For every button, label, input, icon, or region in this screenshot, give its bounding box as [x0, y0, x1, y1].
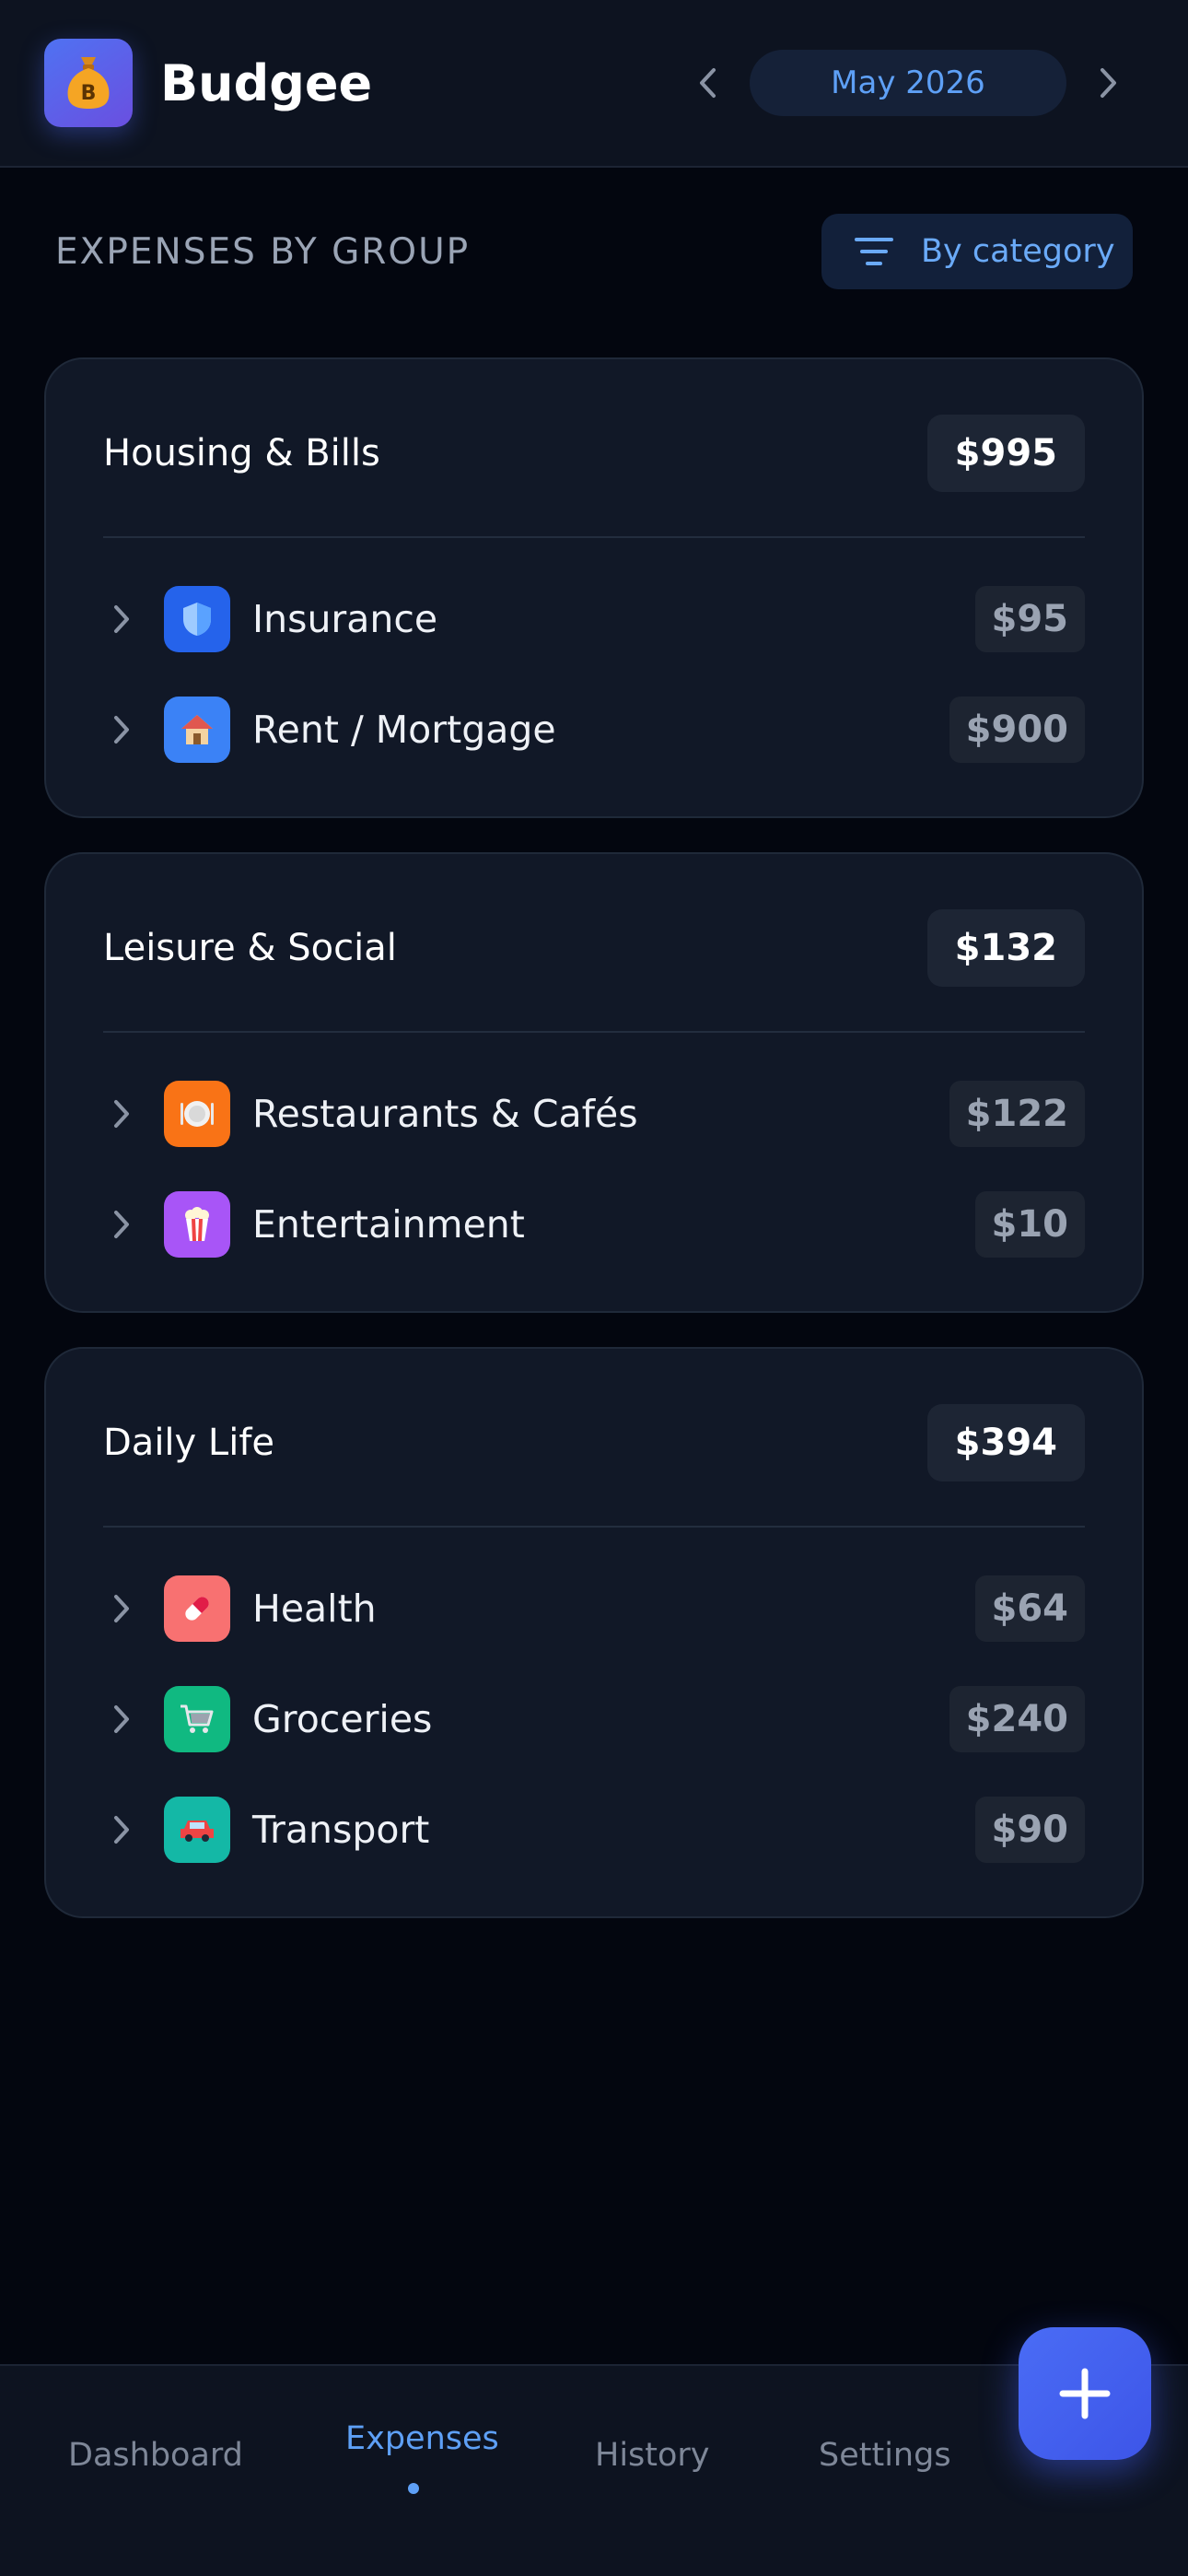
- category-amount: $10: [974, 1191, 1085, 1258]
- expand-chevron-icon[interactable]: [103, 709, 140, 750]
- top-header: B Budgee May 2026: [0, 0, 1188, 168]
- previous-month-button[interactable]: [680, 53, 735, 112]
- category-name: Transport: [252, 1808, 430, 1852]
- group-total: $394: [926, 1404, 1085, 1481]
- chevron-left-icon: [700, 68, 716, 98]
- section-title: EXPENSES BY GROUP: [55, 231, 471, 273]
- add-expense-button[interactable]: [1019, 2327, 1151, 2460]
- group-card-leisure-social: Leisure & Social $132 Restaurants & Café…: [44, 852, 1144, 1313]
- group-card-housing-bills: Housing & Bills $995 Insurance $95 Rent …: [44, 357, 1144, 818]
- expand-chevron-icon[interactable]: [103, 599, 140, 639]
- category-name: Rent / Mortgage: [252, 708, 556, 752]
- money-bag-icon: B: [61, 52, 116, 114]
- group-card-daily-life: Daily Life $394 Health $64 Groceries $24…: [44, 1347, 1144, 1918]
- filter-lines-icon: [855, 238, 893, 265]
- expand-chevron-icon[interactable]: [103, 1204, 140, 1245]
- category-row-groceries[interactable]: Groceries $240: [103, 1686, 1085, 1752]
- divider: [103, 1031, 1085, 1033]
- active-tab-indicator: [408, 2483, 419, 2494]
- category-row-restaurants-cafes[interactable]: Restaurants & Cafés $122: [103, 1081, 1085, 1147]
- group-header: Daily Life $394: [103, 1404, 1085, 1481]
- current-month-label: May 2026: [831, 64, 985, 101]
- category-amount: $64: [974, 1575, 1085, 1642]
- category-row-transport[interactable]: Transport $90: [103, 1797, 1085, 1863]
- category-row-insurance[interactable]: Insurance $95: [103, 586, 1085, 652]
- category-name: Health: [252, 1587, 377, 1631]
- svg-text:B: B: [81, 82, 97, 105]
- group-total: $132: [926, 909, 1085, 987]
- nav-tab-dashboard[interactable]: Dashboard: [68, 2433, 243, 2477]
- nav-tab-history[interactable]: History: [595, 2433, 710, 2477]
- pill-icon: [164, 1575, 230, 1642]
- divider: [103, 536, 1085, 538]
- group-name: Daily Life: [103, 1422, 275, 1464]
- category-amount: $240: [949, 1686, 1085, 1752]
- category-name: Insurance: [252, 597, 438, 641]
- group-total: $995: [926, 415, 1085, 492]
- category-amount: $90: [974, 1797, 1085, 1863]
- category-row-health[interactable]: Health $64: [103, 1575, 1085, 1642]
- app-root: B Budgee May 2026 EXPENSES BY GROUP By c…: [0, 0, 1188, 2576]
- chevron-right-icon: [1101, 68, 1116, 98]
- group-name: Housing & Bills: [103, 432, 380, 474]
- group-header: Housing & Bills $995: [103, 415, 1085, 492]
- app-logo: B: [44, 39, 133, 127]
- shield-icon: [164, 586, 230, 652]
- category-name: Entertainment: [252, 1202, 525, 1247]
- nav-tab-settings[interactable]: Settings: [819, 2433, 951, 2477]
- popcorn-icon: [164, 1191, 230, 1258]
- nav-tab-expenses[interactable]: Expenses: [345, 2417, 499, 2461]
- house-icon: [164, 697, 230, 763]
- app-title: Budgee: [160, 54, 373, 112]
- month-selector[interactable]: May 2026: [750, 50, 1066, 116]
- category-amount: $122: [949, 1081, 1085, 1147]
- group-name: Leisure & Social: [103, 927, 397, 969]
- category-name: Restaurants & Cafés: [252, 1092, 638, 1136]
- category-row-entertainment[interactable]: Entertainment $10: [103, 1191, 1085, 1258]
- car-icon: [164, 1797, 230, 1863]
- expand-chevron-icon[interactable]: [103, 1699, 140, 1739]
- category-name: Groceries: [252, 1697, 433, 1741]
- category-row-rent-mortgage[interactable]: Rent / Mortgage $900: [103, 697, 1085, 763]
- category-amount: $900: [949, 697, 1085, 763]
- plate-icon: [164, 1081, 230, 1147]
- plus-icon: [1059, 2368, 1111, 2419]
- view-toggle-button[interactable]: By category: [821, 214, 1133, 289]
- view-toggle-label: By category: [921, 233, 1115, 270]
- expand-chevron-icon[interactable]: [103, 1809, 140, 1850]
- category-amount: $95: [974, 586, 1085, 652]
- divider: [103, 1526, 1085, 1528]
- next-month-button[interactable]: [1081, 53, 1136, 112]
- cart-icon: [164, 1686, 230, 1752]
- expand-chevron-icon[interactable]: [103, 1094, 140, 1134]
- group-header: Leisure & Social $132: [103, 909, 1085, 987]
- expand-chevron-icon[interactable]: [103, 1588, 140, 1629]
